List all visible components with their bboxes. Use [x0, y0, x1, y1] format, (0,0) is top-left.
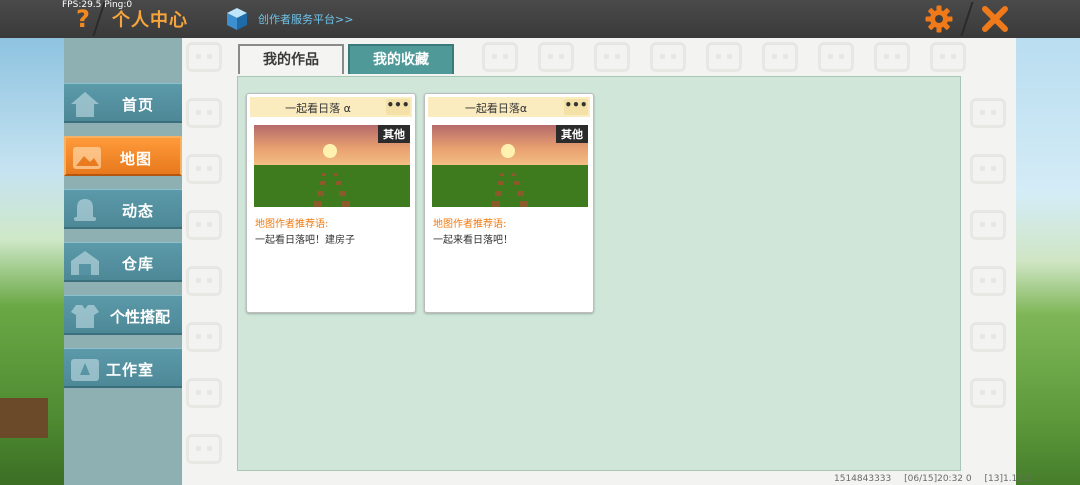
category-tag: 其他	[556, 125, 588, 143]
decoration-face	[706, 42, 742, 72]
question-mark-icon[interactable]: ?	[72, 5, 94, 33]
sidebar-item-label: 地图	[119, 150, 152, 168]
sidebar-item-label: 工作室	[105, 361, 154, 379]
picture-icon	[73, 147, 101, 169]
background-scenery-left	[0, 38, 64, 485]
more-options-button[interactable]: •••	[386, 99, 410, 115]
map-thumbnail[interactable]: 其他	[432, 125, 588, 207]
recommendation-label: 地图作者推荐语:	[433, 219, 507, 230]
outfit-icon	[71, 305, 99, 328]
map-card[interactable]: 一起看日落 α ••• 其他 地图作者推荐语: 一起看日落吧！建房子	[246, 93, 416, 313]
recommendation-text: 一起看日落吧！建房子	[255, 235, 355, 246]
decoration-face	[650, 42, 686, 72]
decoration-face	[186, 210, 222, 240]
category-tag: 其他	[378, 125, 410, 143]
decoration-face	[186, 266, 222, 296]
sidebar-item-outfit[interactable]: 个性搭配	[64, 295, 182, 335]
user-id: 1514843333	[834, 474, 892, 484]
decoration-face	[186, 154, 222, 184]
decoration-face	[970, 322, 1006, 352]
close-icon[interactable]	[980, 4, 1010, 34]
sidebar-item-map[interactable]: 地图	[64, 136, 182, 176]
footer-info: 1514843333 [06/15]20:32 0 [13]1.13.1	[834, 474, 1042, 484]
version-text: [13]1.13.1	[984, 474, 1032, 484]
card-header: 一起看日落α •••	[428, 97, 590, 117]
decoration-face	[930, 42, 966, 72]
sidebar-item-label: 个性搭配	[109, 308, 170, 326]
decoration-face	[186, 434, 222, 464]
decoration-face	[186, 378, 222, 408]
tab-my-favorites[interactable]: 我的收藏	[348, 44, 454, 74]
decoration-face	[874, 42, 910, 72]
decoration-face	[594, 42, 630, 72]
decoration-face	[970, 378, 1006, 408]
background-scenery-right	[1016, 38, 1080, 485]
studio-icon	[71, 359, 99, 381]
map-thumbnail[interactable]: 其他	[254, 125, 410, 207]
decoration-face	[482, 42, 518, 72]
scenery-block	[0, 398, 48, 438]
map-card[interactable]: 一起看日落α ••• 其他 地图作者推荐语: 一起来看日落吧！	[424, 93, 594, 313]
sidebar-item-label: 动态	[121, 202, 154, 220]
sidebar-item-label: 仓库	[121, 255, 154, 273]
decoration-face	[970, 266, 1006, 296]
sidebar-item-label: 首页	[121, 96, 154, 114]
card-title: 一起看日落 α	[285, 102, 351, 115]
decoration-face	[186, 322, 222, 352]
cube-icon[interactable]	[226, 7, 248, 31]
sidebar-item-storage[interactable]: 仓库	[64, 242, 182, 282]
sidebar-item-feed[interactable]: 动态	[64, 189, 182, 229]
storage-icon	[71, 251, 99, 275]
decoration-face	[970, 210, 1006, 240]
card-header: 一起看日落 α •••	[250, 97, 412, 117]
decoration-face	[970, 154, 1006, 184]
top-bar: FPS:29.5 Ping:0 ? 个人中心 创作者服务平台>>	[0, 0, 1080, 38]
close-divider	[960, 2, 974, 36]
decoration-face	[818, 42, 854, 72]
recommendation-label: 地图作者推荐语:	[255, 219, 329, 230]
card-title: 一起看日落α	[464, 102, 528, 115]
sidebar-item-studio[interactable]: 工作室	[64, 348, 182, 388]
house-icon	[71, 92, 99, 117]
sidebar-item-home[interactable]: 首页	[64, 83, 182, 123]
more-options-button[interactable]: •••	[564, 99, 588, 115]
decoration-face	[186, 98, 222, 128]
bell-icon	[74, 199, 96, 221]
decoration-face	[538, 42, 574, 72]
recommendation-text: 一起来看日落吧！	[433, 235, 513, 246]
decoration-face	[186, 42, 222, 72]
tab-my-works[interactable]: 我的作品	[238, 44, 344, 74]
creator-platform-link[interactable]: 创作者服务平台>>	[258, 11, 353, 27]
decoration-face	[762, 42, 798, 72]
page-title: 个人中心	[112, 10, 188, 31]
gear-icon[interactable]	[924, 4, 954, 34]
decoration-face	[970, 98, 1006, 128]
timestamp: [06/15]20:32 0	[904, 474, 972, 484]
